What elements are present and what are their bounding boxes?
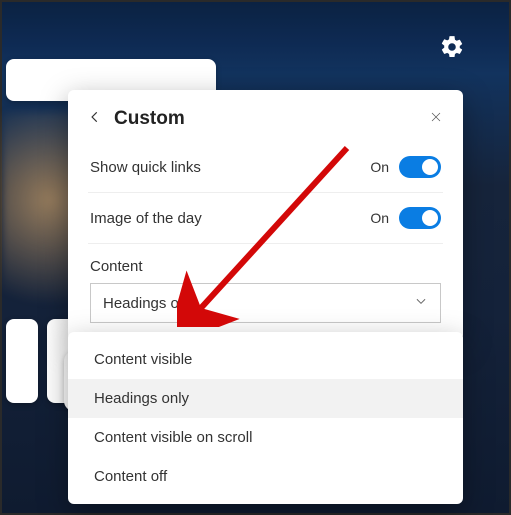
content-option-visible[interactable]: Content visible <box>68 340 463 379</box>
image-of-day-toggle[interactable] <box>399 207 441 229</box>
panel-title: Custom <box>114 108 185 130</box>
content-select-value: Headings only <box>103 295 198 312</box>
content-dropdown: Content visible Headings only Content vi… <box>68 332 463 504</box>
row-image-of-day: Image of the day On <box>68 193 463 243</box>
quick-links-toggle[interactable] <box>399 156 441 178</box>
back-button[interactable] <box>84 108 106 130</box>
chevron-down-icon <box>414 294 428 312</box>
quick-links-label: Show quick links <box>90 159 201 176</box>
row-quick-links: Show quick links On <box>68 142 463 192</box>
content-option-visible-on-scroll[interactable]: Content visible on scroll <box>68 418 463 457</box>
desktop-background: Ho Custom Show quick links On Image o <box>0 0 511 515</box>
settings-gear-button[interactable] <box>439 34 465 60</box>
image-of-day-state: On <box>370 210 389 226</box>
toggle-knob <box>422 159 438 175</box>
background-tile <box>6 319 38 403</box>
content-section-label: Content <box>68 244 463 283</box>
toggle-knob <box>422 210 438 226</box>
gear-icon <box>439 47 465 64</box>
close-icon <box>430 110 442 128</box>
customize-panel: Custom Show quick links On Image of the … <box>68 90 463 341</box>
close-button[interactable] <box>425 108 447 130</box>
content-option-headings-only[interactable]: Headings only <box>68 379 463 418</box>
content-select[interactable]: Headings only <box>90 283 441 323</box>
panel-header: Custom <box>68 104 463 142</box>
chevron-left-icon <box>88 110 102 129</box>
content-option-off[interactable]: Content off <box>68 457 463 496</box>
image-of-day-label: Image of the day <box>90 210 202 227</box>
quick-links-state: On <box>370 159 389 175</box>
